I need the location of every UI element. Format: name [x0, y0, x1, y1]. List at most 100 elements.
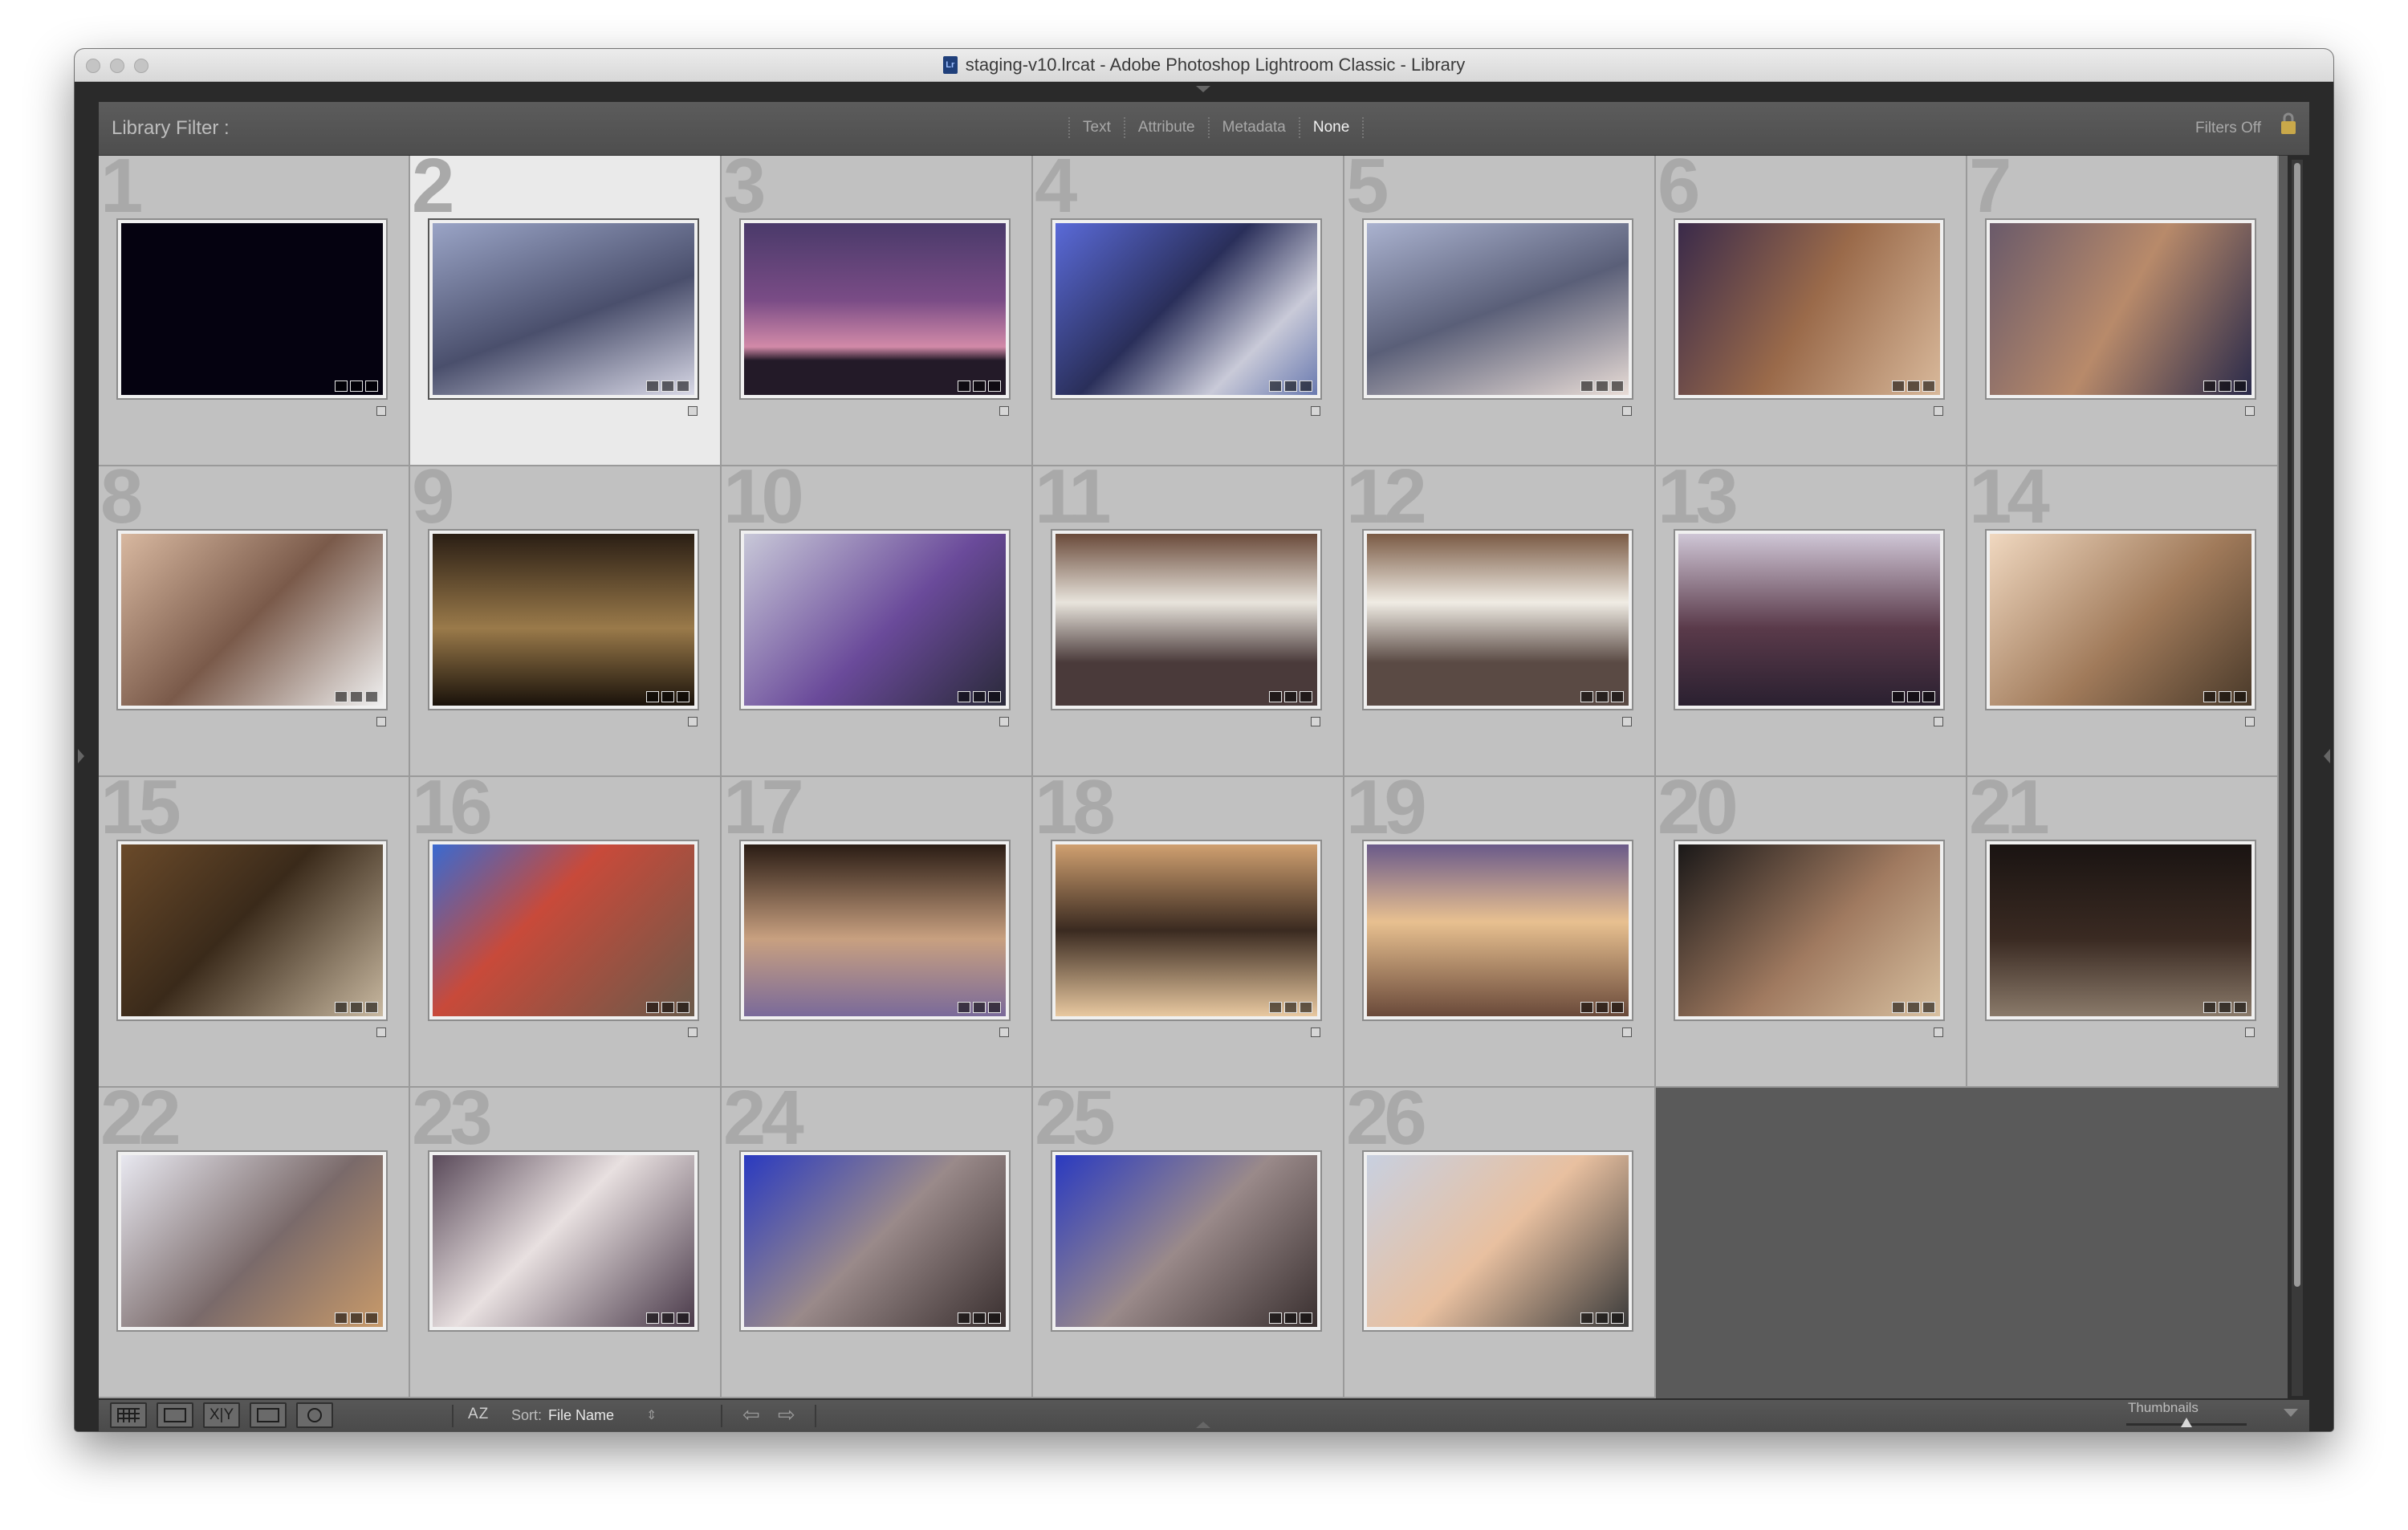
grid-cell[interactable]: 16 — [410, 769, 722, 1088]
develop-badge-icon[interactable] — [1922, 1002, 1935, 1013]
photo-thumbnail[interactable] — [1362, 1150, 1633, 1332]
grid-cell[interactable]: 10 — [722, 458, 1033, 777]
quick-collection-marker-icon[interactable] — [376, 406, 386, 416]
filter-tab-text[interactable]: Text — [1068, 117, 1124, 138]
quick-collection-marker-icon[interactable] — [376, 1027, 386, 1037]
develop-badge-icon[interactable] — [988, 380, 1001, 392]
develop-badge-icon[interactable] — [677, 1312, 689, 1324]
develop-badge-icon[interactable] — [1922, 691, 1935, 702]
quick-collection-marker-icon[interactable] — [1311, 406, 1320, 416]
crop-badge-icon[interactable] — [2219, 691, 2231, 702]
grid-cell[interactable]: 18 — [1033, 769, 1344, 1088]
photo-thumbnail[interactable] — [1985, 529, 2256, 710]
crop-badge-icon[interactable] — [973, 1002, 986, 1013]
photo-thumbnail[interactable] — [428, 218, 699, 400]
grid-cell[interactable]: 12 — [1344, 458, 1656, 777]
keyword-badge-icon[interactable] — [1892, 380, 1905, 392]
photo-thumbnail[interactable] — [1985, 218, 2256, 400]
photo-thumbnail[interactable] — [1362, 529, 1633, 710]
develop-badge-icon[interactable] — [988, 691, 1001, 702]
develop-badge-icon[interactable] — [677, 1002, 689, 1013]
crop-badge-icon[interactable] — [661, 1002, 674, 1013]
quick-collection-marker-icon[interactable] — [688, 1027, 698, 1037]
grid-cell[interactable]: 17 — [722, 769, 1033, 1088]
grid-cell[interactable]: 23 — [410, 1080, 722, 1398]
crop-badge-icon[interactable] — [1284, 1312, 1297, 1324]
crop-badge-icon[interactable] — [661, 380, 674, 392]
lock-icon[interactable] — [2279, 112, 2298, 136]
photo-thumbnail[interactable] — [116, 218, 388, 400]
develop-badge-icon[interactable] — [1300, 380, 1312, 392]
develop-badge-icon[interactable] — [2234, 1002, 2247, 1013]
photo-thumbnail[interactable] — [1674, 218, 1945, 400]
crop-badge-icon[interactable] — [1596, 1312, 1609, 1324]
quick-collection-marker-icon[interactable] — [999, 1027, 1009, 1037]
thumbnail-size-slider-knob[interactable] — [2181, 1418, 2192, 1427]
right-panel-toggle-icon[interactable] — [2324, 749, 2330, 763]
crop-badge-icon[interactable] — [1907, 691, 1920, 702]
grid-cell[interactable]: 20 — [1656, 769, 1967, 1088]
keyword-badge-icon[interactable] — [646, 691, 659, 702]
keyword-badge-icon[interactable] — [2203, 691, 2216, 702]
quick-collection-marker-icon[interactable] — [1622, 717, 1632, 726]
keyword-badge-icon[interactable] — [1269, 380, 1282, 392]
quick-collection-marker-icon[interactable] — [1934, 406, 1943, 416]
left-panel-toggle-icon[interactable] — [78, 749, 84, 763]
photo-thumbnail[interactable] — [1362, 218, 1633, 400]
grid-scrollbar[interactable] — [2292, 160, 2303, 1396]
crop-badge-icon[interactable] — [350, 1312, 363, 1324]
filter-tab-none[interactable]: None — [1298, 117, 1362, 138]
keyword-badge-icon[interactable] — [646, 1002, 659, 1013]
keyword-badge-icon[interactable] — [335, 380, 348, 392]
keyword-badge-icon[interactable] — [958, 1002, 970, 1013]
photo-thumbnail[interactable] — [1362, 840, 1633, 1021]
grid-cell[interactable]: 25 — [1033, 1080, 1344, 1398]
keyword-badge-icon[interactable] — [1269, 1002, 1282, 1013]
develop-badge-icon[interactable] — [1611, 380, 1624, 392]
develop-badge-icon[interactable] — [365, 1002, 378, 1013]
photo-thumbnail[interactable] — [1051, 840, 1322, 1021]
quick-collection-marker-icon[interactable] — [1934, 1027, 1943, 1037]
develop-badge-icon[interactable] — [2234, 380, 2247, 392]
develop-badge-icon[interactable] — [365, 1312, 378, 1324]
grid-cell[interactable]: 9 — [410, 458, 722, 777]
next-photo-arrow-icon[interactable]: ⇨ — [778, 1402, 795, 1427]
develop-badge-icon[interactable] — [1922, 380, 1935, 392]
grid-cell[interactable]: 22 — [99, 1080, 410, 1398]
grid-scroll-thumb[interactable] — [2294, 163, 2300, 1287]
quick-collection-marker-icon[interactable] — [2245, 406, 2255, 416]
photo-thumbnail[interactable] — [1051, 218, 1322, 400]
develop-badge-icon[interactable] — [1611, 1312, 1624, 1324]
quick-collection-marker-icon[interactable] — [2245, 1027, 2255, 1037]
photo-thumbnail[interactable] — [1985, 840, 2256, 1021]
photo-thumbnail[interactable] — [739, 840, 1011, 1021]
crop-badge-icon[interactable] — [661, 691, 674, 702]
photo-thumbnail[interactable] — [739, 529, 1011, 710]
photo-thumbnail[interactable] — [1051, 529, 1322, 710]
crop-badge-icon[interactable] — [2219, 1002, 2231, 1013]
crop-badge-icon[interactable] — [350, 380, 363, 392]
develop-badge-icon[interactable] — [677, 691, 689, 702]
grid-cell[interactable]: 13 — [1656, 458, 1967, 777]
develop-badge-icon[interactable] — [1300, 1002, 1312, 1013]
compare-view-button[interactable]: X|Y — [203, 1402, 240, 1428]
keyword-badge-icon[interactable] — [1580, 1002, 1593, 1013]
develop-badge-icon[interactable] — [365, 380, 378, 392]
keyword-badge-icon[interactable] — [958, 691, 970, 702]
crop-badge-icon[interactable] — [1284, 691, 1297, 702]
previous-photo-arrow-icon[interactable]: ⇦ — [742, 1402, 760, 1427]
crop-badge-icon[interactable] — [1284, 380, 1297, 392]
grid-cell[interactable]: 1 — [99, 156, 410, 466]
keyword-badge-icon[interactable] — [1580, 380, 1593, 392]
toolbar-options-caret-icon[interactable] — [2284, 1409, 2298, 1417]
crop-badge-icon[interactable] — [1907, 380, 1920, 392]
grid-cell[interactable]: 5 — [1344, 156, 1656, 466]
top-panel-toggle-icon[interactable] — [1196, 86, 1210, 92]
develop-badge-icon[interactable] — [1611, 1002, 1624, 1013]
photo-thumbnail[interactable] — [1674, 529, 1945, 710]
filter-tab-attribute[interactable]: Attribute — [1123, 117, 1208, 138]
keyword-badge-icon[interactable] — [1269, 1312, 1282, 1324]
grid-view-button[interactable] — [110, 1402, 147, 1428]
grid-cell[interactable]: 3 — [722, 156, 1033, 466]
people-view-button[interactable] — [296, 1402, 333, 1428]
